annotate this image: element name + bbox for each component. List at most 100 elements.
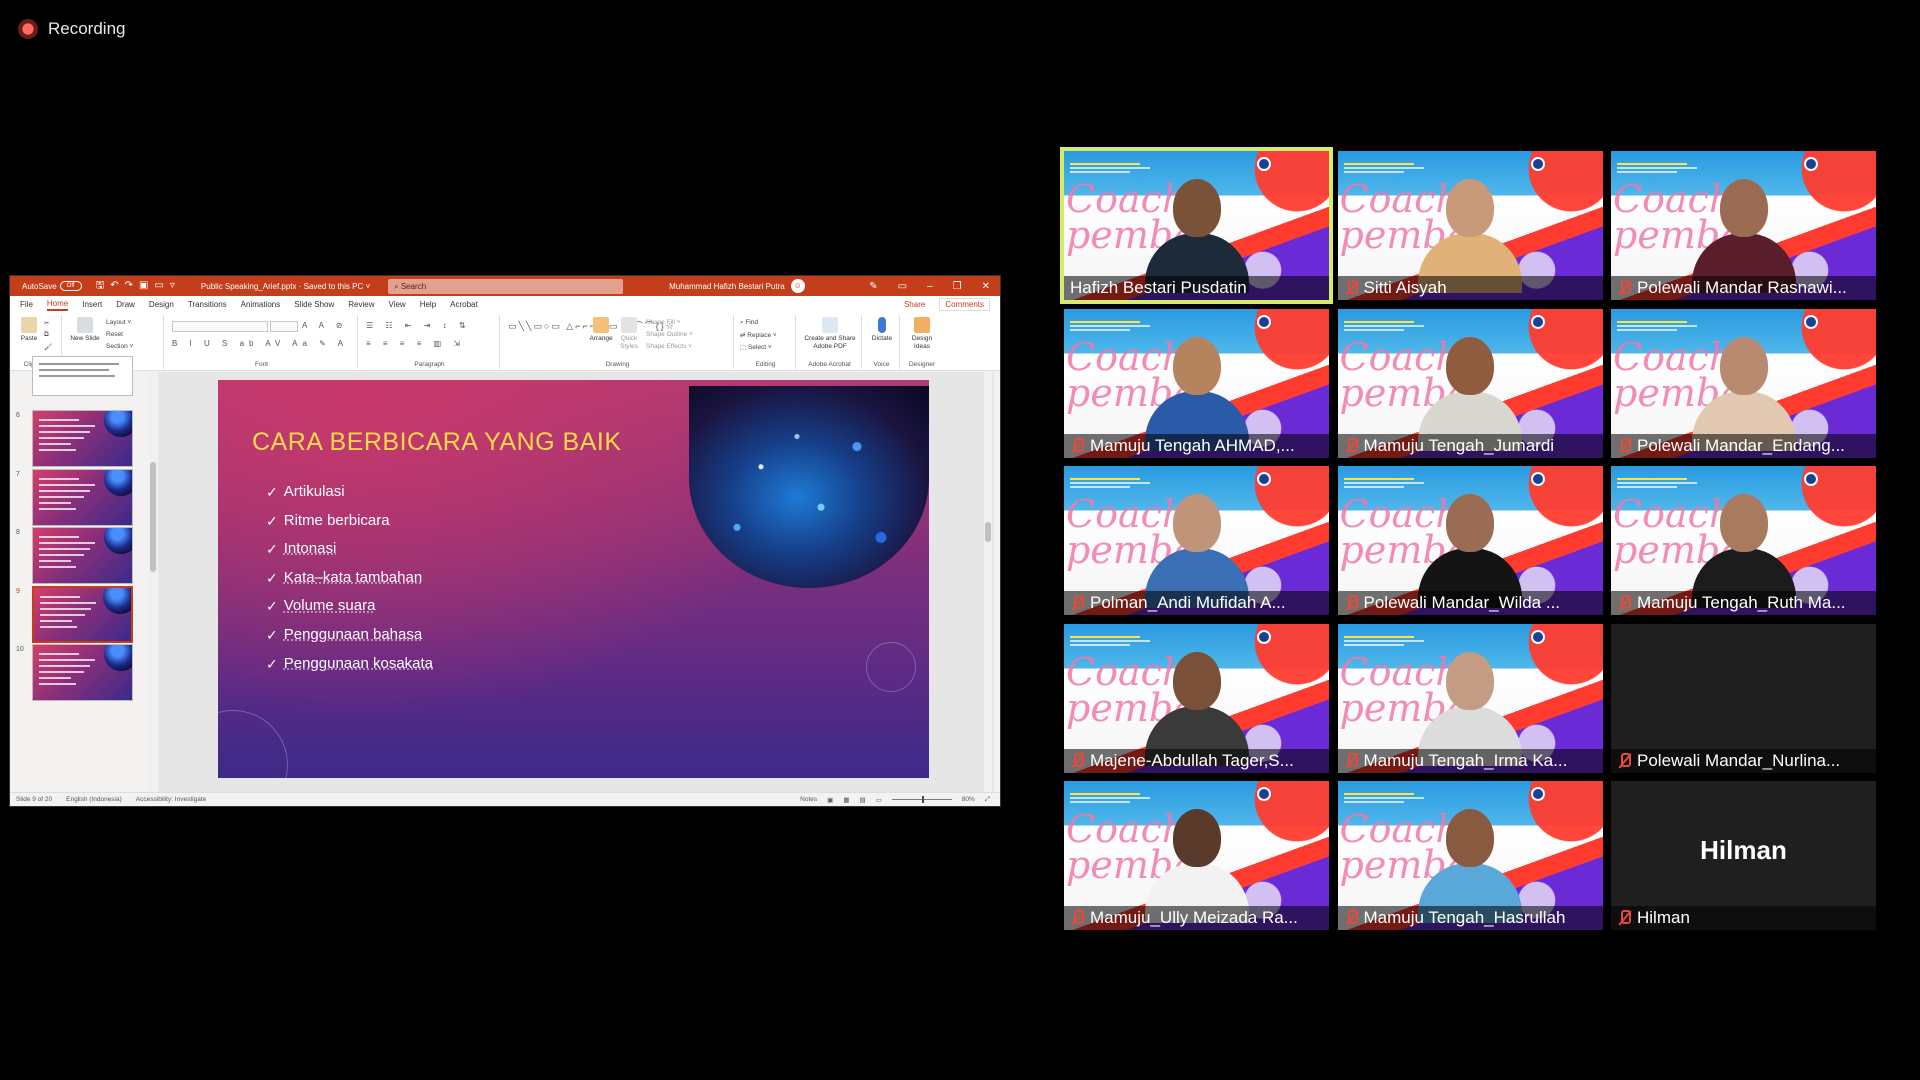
find-button[interactable]: ⌕ Find [740,319,758,327]
slide-thumbnail-9[interactable] [32,585,133,643]
autosave[interactable]: AutoSave Off [22,281,82,291]
new-slide-button[interactable]: New Slide [70,317,100,343]
tab-review[interactable]: Review [348,300,374,309]
comments-button[interactable]: Comments [939,298,990,311]
participant-tile[interactable]: Coachi pemba Polewali Mandar_Wilda ... [1337,466,1603,615]
participant-tile[interactable]: Coachi pemba Mamuju Tengah_Irma Ka... [1337,623,1603,773]
list-icons[interactable]: ☰ ☷ ⇤ ⇥ ↕ ⇅ [366,321,471,330]
bullet-item[interactable]: ✓ Intonasi [266,535,433,564]
thumbnails-scrollbar[interactable] [149,372,157,792]
sorter-view-icon[interactable]: ▦ [843,796,849,804]
replace-button[interactable]: ⇄ Replace ˅ [740,331,777,339]
slide-thumbnail-10[interactable] [32,644,133,701]
bullet-item[interactable]: ✓ Penggunaan bahasa [266,621,433,650]
design-ideas-button[interactable]: Design Ideas [905,317,939,351]
participant-tile[interactable]: Coachi pemba Mamuju Tengah_Jumardi [1337,308,1603,458]
tab-slide-show[interactable]: Slide Show [294,300,334,309]
font-size-icons[interactable]: A A ⊘ [302,321,348,330]
muted-mic-icon [1617,280,1631,296]
font-format-icons[interactable]: B I U S ab AV Aa ✎ A [172,339,348,348]
reset-button[interactable]: Reset [106,331,123,338]
copy-icon[interactable]: ⧉ [44,331,49,339]
language[interactable]: English (Indonesia) [66,796,122,803]
bullet-item[interactable]: ✓ Penggunaan kosakata [266,650,433,679]
participant-tile[interactable]: Coachi pemba Mamuju_Ully Meizada Ra... [1064,781,1329,930]
muted-mic-icon [1617,437,1631,454]
pen-icon[interactable]: ✎ [869,281,877,292]
cut-icon[interactable]: ✂ [44,319,49,327]
select-button[interactable]: ⬚ Select ˅ [740,343,772,351]
slide-bullet-list[interactable]: ✓ Artikulasi ✓ Ritme berbicara ✓ Intonasi ✓ Kat… [266,478,433,678]
paste-button[interactable]: Paste [18,317,40,343]
format-painter-icon[interactable]: 🖌 [44,343,52,351]
tab-help[interactable]: Help [420,300,436,309]
participant-tile[interactable]: Coachi pemba Polman_Andi Mufidah A... [1064,466,1329,615]
font-size-input[interactable] [270,321,298,332]
bullet-item[interactable]: ✓ Ritme berbicara [266,507,433,536]
editor-scrollbar[interactable] [984,372,992,792]
tab-file[interactable]: File [20,300,33,309]
tab-draw[interactable]: Draw [116,300,135,309]
slide-thumbnail-5[interactable] [32,356,133,396]
participant-tile[interactable]: Coachi pemba Mamuju Tengah AHMAD,... [1064,308,1329,458]
participant-tile[interactable]: Coachi pemba Mamuju Tengah_Hasrullah [1337,781,1603,930]
participant-tile[interactable]: Coachi pemba Mamuju Tengah_Ruth Ma... [1611,466,1876,615]
current-slide[interactable]: CARA BERBICARA YANG BAIK ✓ Artikulasi ✓ Rit… [218,380,929,778]
participant-tile[interactable]: Coachi pemba Majene-Abdullah Tager,S... [1064,623,1329,773]
tab-transitions[interactable]: Transitions [188,300,227,309]
accessibility-status[interactable]: Accessibility: Investigate [136,796,206,803]
arrange-button[interactable]: Arrange [588,317,614,343]
quick-access-toolbar[interactable]: 🖫↶↷▣▭▿ [96,278,181,295]
align-icons[interactable]: ≡ ≡ ≡ ≡ ▥ ⇲ [366,339,465,348]
participant-tile[interactable]: Polewali Mandar_Nurlina... [1611,623,1876,773]
avatar[interactable]: ☺ [790,279,805,293]
zoom-slider[interactable] [891,796,952,803]
tab-insert[interactable]: Insert [82,300,102,309]
reading-view-icon[interactable]: ▤ [859,796,865,804]
autosave-toggle[interactable]: Off [59,281,82,291]
recording-indicator: Recording [18,16,126,42]
quick-styles-icon [621,317,637,333]
tab-acrobat[interactable]: Acrobat [450,300,478,309]
tab-view[interactable]: View [389,300,406,309]
section-button[interactable]: Section ˅ [106,343,133,350]
bullet-item[interactable]: ✓ Kata–kata tambahan [266,564,433,593]
bullet-item[interactable]: ✓ Volume suara [266,592,433,621]
drawing-group: ▭╲╲▭○▭ △⌐⌐⇨⇩▭ ◠⌒⌒{}☆ Arrange Quick Style… [502,315,734,369]
slide-thumbnail-8[interactable] [32,527,133,584]
participant-tile[interactable]: Coachi pemba Hafizh Bestari Pusdatin [1060,147,1333,304]
bullet-item[interactable]: ✓ Artikulasi [266,478,433,507]
fit-slide-icon[interactable]: ⤢ [985,796,990,804]
shape-effects-button[interactable]: Shape Effects ˅ [646,343,692,350]
layout-button[interactable]: Layout ˅ [106,319,131,326]
tab-design[interactable]: Design [149,300,174,309]
normal-view-icon[interactable]: ▣ [827,796,833,804]
tab-animations[interactable]: Animations [241,300,281,309]
search-box[interactable]: ⌕ Search [388,278,624,294]
zoom-level[interactable]: 80% [962,796,975,803]
font-name-input[interactable] [172,321,268,332]
participant-tile[interactable]: Coachi pemba Polewali Mandar Rasnawi... [1611,151,1876,300]
muted-mic-icon [1344,437,1358,454]
slideshow-icon[interactable]: ▭ [876,796,882,804]
dictate-button[interactable]: Dictate [867,317,897,343]
slide-title[interactable]: CARA BERBICARA YANG BAIK [252,428,622,457]
shape-fill-button[interactable]: Shape Fill ˅ [646,319,681,326]
shape-outline-button[interactable]: Shape Outline ˅ [646,331,693,338]
slide-thumbnail-7[interactable] [32,468,133,526]
participant-tile[interactable]: Coachi pemba Polewali Mandar_Endang... [1611,308,1876,458]
restore-icon[interactable]: ❐ [953,281,962,292]
create-share-pdf-button[interactable]: Create and Share Adobe PDF [800,317,860,351]
quick-styles-button[interactable]: Quick Styles [616,317,642,351]
participant-tile[interactable]: Hilman Hilman [1611,781,1876,930]
share-button[interactable]: Share [904,300,925,309]
notes-button[interactable]: Notes [800,796,817,803]
ribbon-display-icon[interactable]: ▭ [898,281,907,292]
tab-home[interactable]: Home [46,299,69,311]
close-icon[interactable]: ✕ [982,281,990,292]
slide-number: 9 [16,587,20,595]
file-name[interactable]: Public Speaking_Arief.pptx · Saved to th… [201,282,370,291]
slide-thumbnail-6[interactable] [32,410,133,467]
minimize-icon[interactable]: – [927,281,933,292]
participant-tile[interactable]: Coachi pemba Sitti Aisyah [1337,151,1603,300]
